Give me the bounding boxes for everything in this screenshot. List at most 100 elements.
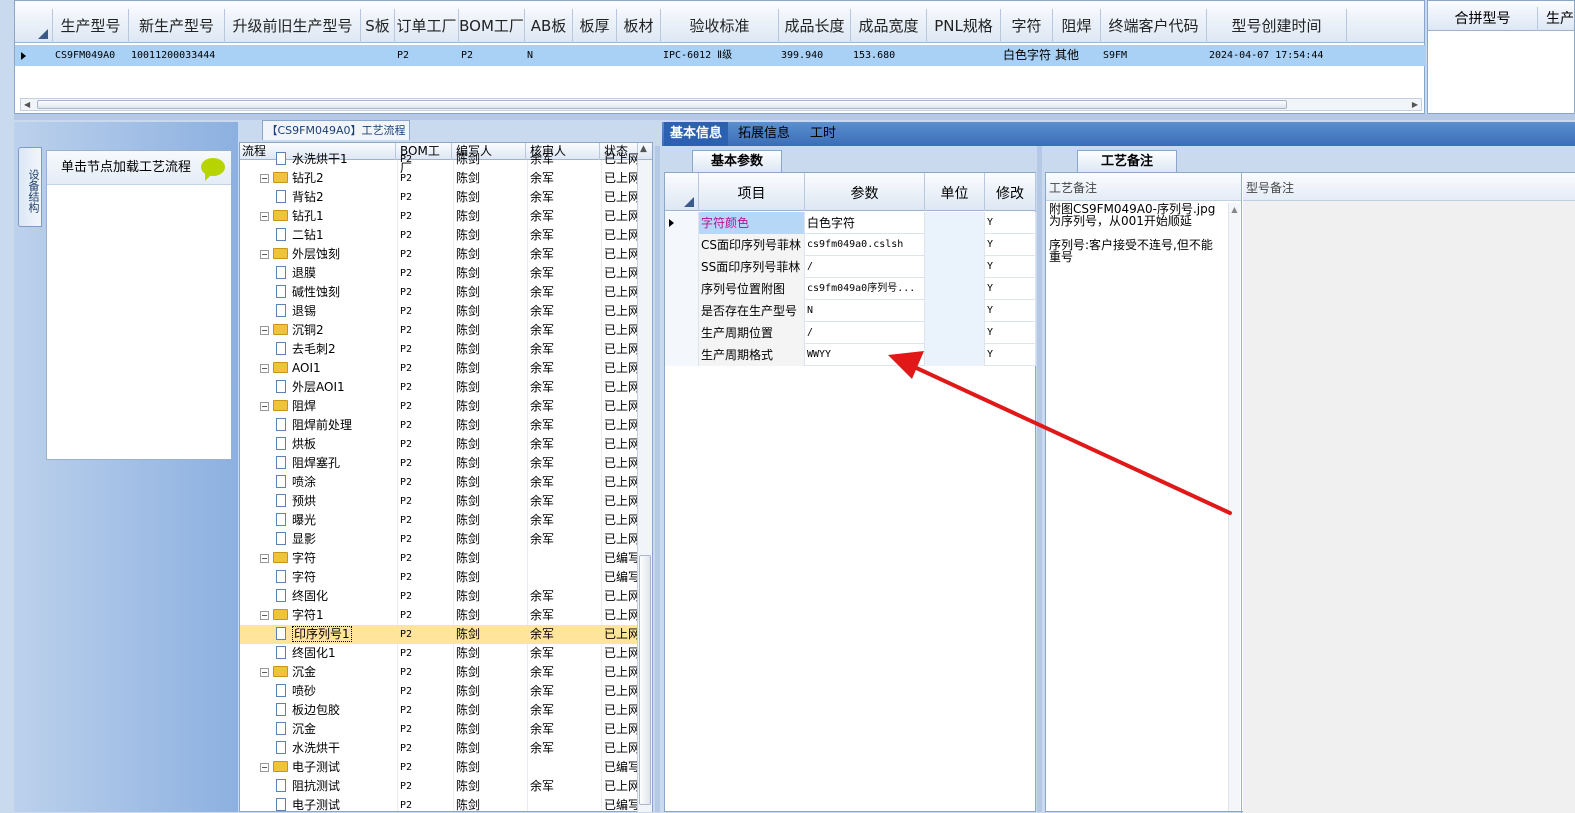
col-header[interactable]: 板材 xyxy=(617,9,661,43)
col-item[interactable]: 项目 xyxy=(699,173,805,211)
table-cell[interactable] xyxy=(573,45,617,66)
param-modify[interactable]: Y xyxy=(985,278,1036,300)
col-header[interactable]: 型号创建时间 xyxy=(1207,9,1347,43)
process-row[interactable]: − 沉铜2 P2 陈剑 余军 已上网 xyxy=(240,321,638,340)
col-param[interactable]: 参数 xyxy=(805,173,925,211)
col-header[interactable]: 验收标准 xyxy=(661,9,779,43)
process-row[interactable]: 去毛刺2 P2 陈剑 余军 已上网 xyxy=(240,340,638,359)
table-cell[interactable]: 10011200033444 xyxy=(129,45,225,66)
scroll-left-icon[interactable]: ◀ xyxy=(24,100,30,109)
col-header[interactable]: PNL规格 xyxy=(927,9,1001,43)
param-modify[interactable]: Y xyxy=(985,212,1036,234)
process-remark-text[interactable]: 附图CS9FM049A0-序列号.jpg为序列号，从001开始顺延 序列号:客户… xyxy=(1046,201,1226,265)
collapse-icon[interactable]: − xyxy=(260,174,269,183)
process-row[interactable]: 终固化1 P2 陈剑 余军 已上网 xyxy=(240,644,638,663)
process-row[interactable]: 喷砂 P2 陈剑 余军 已上网 xyxy=(240,682,638,701)
col-header[interactable]: 终端客户代码 xyxy=(1101,9,1207,43)
process-row[interactable]: 显影 P2 陈剑 余军 已上网 xyxy=(240,530,638,549)
col-header[interactable]: BOM工厂 xyxy=(459,9,525,43)
col-header[interactable]: 新生产型号 xyxy=(129,9,225,43)
horizontal-scrollbar[interactable]: ◀ ▶ xyxy=(20,98,1422,111)
tab-extended-info[interactable]: 拓展信息 xyxy=(732,122,796,146)
col-header[interactable]: 板厚 xyxy=(573,9,617,43)
scroll-up-icon[interactable]: ▲ xyxy=(640,144,647,154)
param-param[interactable]: / xyxy=(805,322,925,344)
process-row[interactable]: 烘板 P2 陈剑 余军 已上网 xyxy=(240,435,638,454)
tab-basic-info[interactable]: 基本信息 xyxy=(664,122,729,146)
param-unit[interactable] xyxy=(925,300,985,322)
process-row[interactable]: − 外层蚀刻 P2 陈剑 余军 已上网 xyxy=(240,245,638,264)
table-cell[interactable]: 其他 xyxy=(1053,45,1101,66)
table-cell[interactable] xyxy=(225,45,361,66)
side-tab-equipment[interactable]: 设备结构 xyxy=(18,147,42,227)
param-modify[interactable]: Y xyxy=(985,322,1036,344)
col-header[interactable]: 字符 xyxy=(1001,9,1053,43)
scrollbar-thumb[interactable] xyxy=(37,100,1287,109)
process-row[interactable]: 阻抗测试 P2 陈剑 余军 已上网 xyxy=(240,777,638,796)
table-cell[interactable]: 白色字符 xyxy=(1001,45,1053,66)
col-unit[interactable]: 单位 xyxy=(925,173,985,211)
production-header[interactable]: 生产 xyxy=(1540,7,1575,31)
table-row[interactable]: CS9FM049A0 10011200033444 P2 P2 N IPC-6012 Ⅱ级… xyxy=(15,45,1426,66)
process-row[interactable]: 外层AOI1 P2 陈剑 余军 已上网 xyxy=(240,378,638,397)
col-header[interactable]: 升级前旧生产型号 xyxy=(225,9,361,43)
collapse-icon[interactable]: − xyxy=(260,250,269,259)
collapse-icon[interactable]: − xyxy=(260,212,269,221)
col-modify[interactable]: 修改 xyxy=(985,173,1036,211)
table-cell[interactable] xyxy=(617,45,661,66)
process-row[interactable]: 终固化 P2 陈剑 余军 已上网 xyxy=(240,587,638,606)
corner-cell[interactable] xyxy=(665,173,699,211)
table-cell[interactable]: 399.940 xyxy=(779,45,851,66)
merged-model-header[interactable]: 合拼型号 xyxy=(1428,7,1538,31)
process-row[interactable]: 退膜 P2 陈剑 余军 已上网 xyxy=(240,264,638,283)
param-modify[interactable]: Y xyxy=(985,300,1036,322)
process-row[interactable]: − 钻孔1 P2 陈剑 余军 已上网 xyxy=(240,207,638,226)
param-row[interactable]: 序列号位置附图 cs9fm049a0序列号... Y xyxy=(665,278,1036,300)
splitter-top[interactable] xyxy=(14,114,1575,120)
process-row[interactable]: 水洗烘干1 P2 陈剑 余军 已上网 xyxy=(240,150,638,169)
param-row[interactable]: 字符颜色 白色字符 Y xyxy=(665,212,1036,234)
basic-params-tab[interactable]: 基本参数 xyxy=(692,150,782,172)
table-cell[interactable]: 153.680 xyxy=(851,45,927,66)
table-cell[interactable]: P2 xyxy=(395,45,459,66)
tab-work-hours[interactable]: 工时 xyxy=(804,122,842,146)
col-header[interactable]: 生产型号 xyxy=(53,9,129,43)
col-header[interactable]: S板 xyxy=(361,9,395,43)
col-header[interactable]: 阻焊 xyxy=(1053,9,1101,43)
scrollbar-thumb[interactable] xyxy=(639,555,651,805)
process-row[interactable]: 印序列号1 P2 陈剑 余军 已上网 xyxy=(240,625,638,644)
scroll-right-icon[interactable]: ▶ xyxy=(1412,100,1418,109)
collapse-icon[interactable]: − xyxy=(260,364,269,373)
remarks-tab[interactable]: 工艺备注 xyxy=(1077,150,1177,172)
process-row[interactable]: − 钻孔2 P2 陈剑 余军 已上网 xyxy=(240,169,638,188)
param-param[interactable]: cs9fm049a0序列号... xyxy=(805,278,925,300)
process-row[interactable]: 电子测试 P2 陈剑 已编写 xyxy=(240,796,638,811)
process-row[interactable]: 阻焊塞孔 P2 陈剑 余军 已上网 xyxy=(240,454,638,473)
process-row[interactable]: 碱性蚀刻 P2 陈剑 余军 已上网 xyxy=(240,283,638,302)
table-cell[interactable]: P2 xyxy=(459,45,525,66)
model-remark-text[interactable] xyxy=(1243,201,1575,205)
collapse-icon[interactable]: − xyxy=(260,402,269,411)
splitter-left[interactable] xyxy=(655,146,660,812)
param-param[interactable]: N xyxy=(805,300,925,322)
process-row[interactable]: − 电子测试 P2 陈剑 已编写 xyxy=(240,758,638,777)
process-row[interactable]: 字符 P2 陈剑 已编写 xyxy=(240,568,638,587)
param-param[interactable]: 白色字符 xyxy=(805,212,925,234)
process-row[interactable]: 沉金 P2 陈剑 余军 已上网 xyxy=(240,720,638,739)
collapse-icon[interactable]: − xyxy=(260,326,269,335)
col-header[interactable]: 成品长度 xyxy=(779,9,851,43)
col-header[interactable]: AB板 xyxy=(525,9,573,43)
process-row[interactable]: 曝光 P2 陈剑 余军 已上网 xyxy=(240,511,638,530)
param-unit[interactable] xyxy=(925,212,985,234)
param-unit[interactable] xyxy=(925,278,985,300)
param-row[interactable]: SS面印序列号菲林 / Y xyxy=(665,256,1036,278)
collapse-icon[interactable]: − xyxy=(260,611,269,620)
param-unit[interactable] xyxy=(925,322,985,344)
process-row[interactable]: 阻焊前处理 P2 陈剑 余军 已上网 xyxy=(240,416,638,435)
process-row[interactable]: − 沉金 P2 陈剑 余军 已上网 xyxy=(240,663,638,682)
table-cell[interactable] xyxy=(361,45,395,66)
param-unit[interactable] xyxy=(925,234,985,256)
process-row[interactable]: 背钻2 P2 陈剑 余军 已上网 xyxy=(240,188,638,207)
table-cell[interactable]: CS9FM049A0 xyxy=(53,45,129,66)
col-header[interactable]: 订单工厂 xyxy=(395,9,459,43)
